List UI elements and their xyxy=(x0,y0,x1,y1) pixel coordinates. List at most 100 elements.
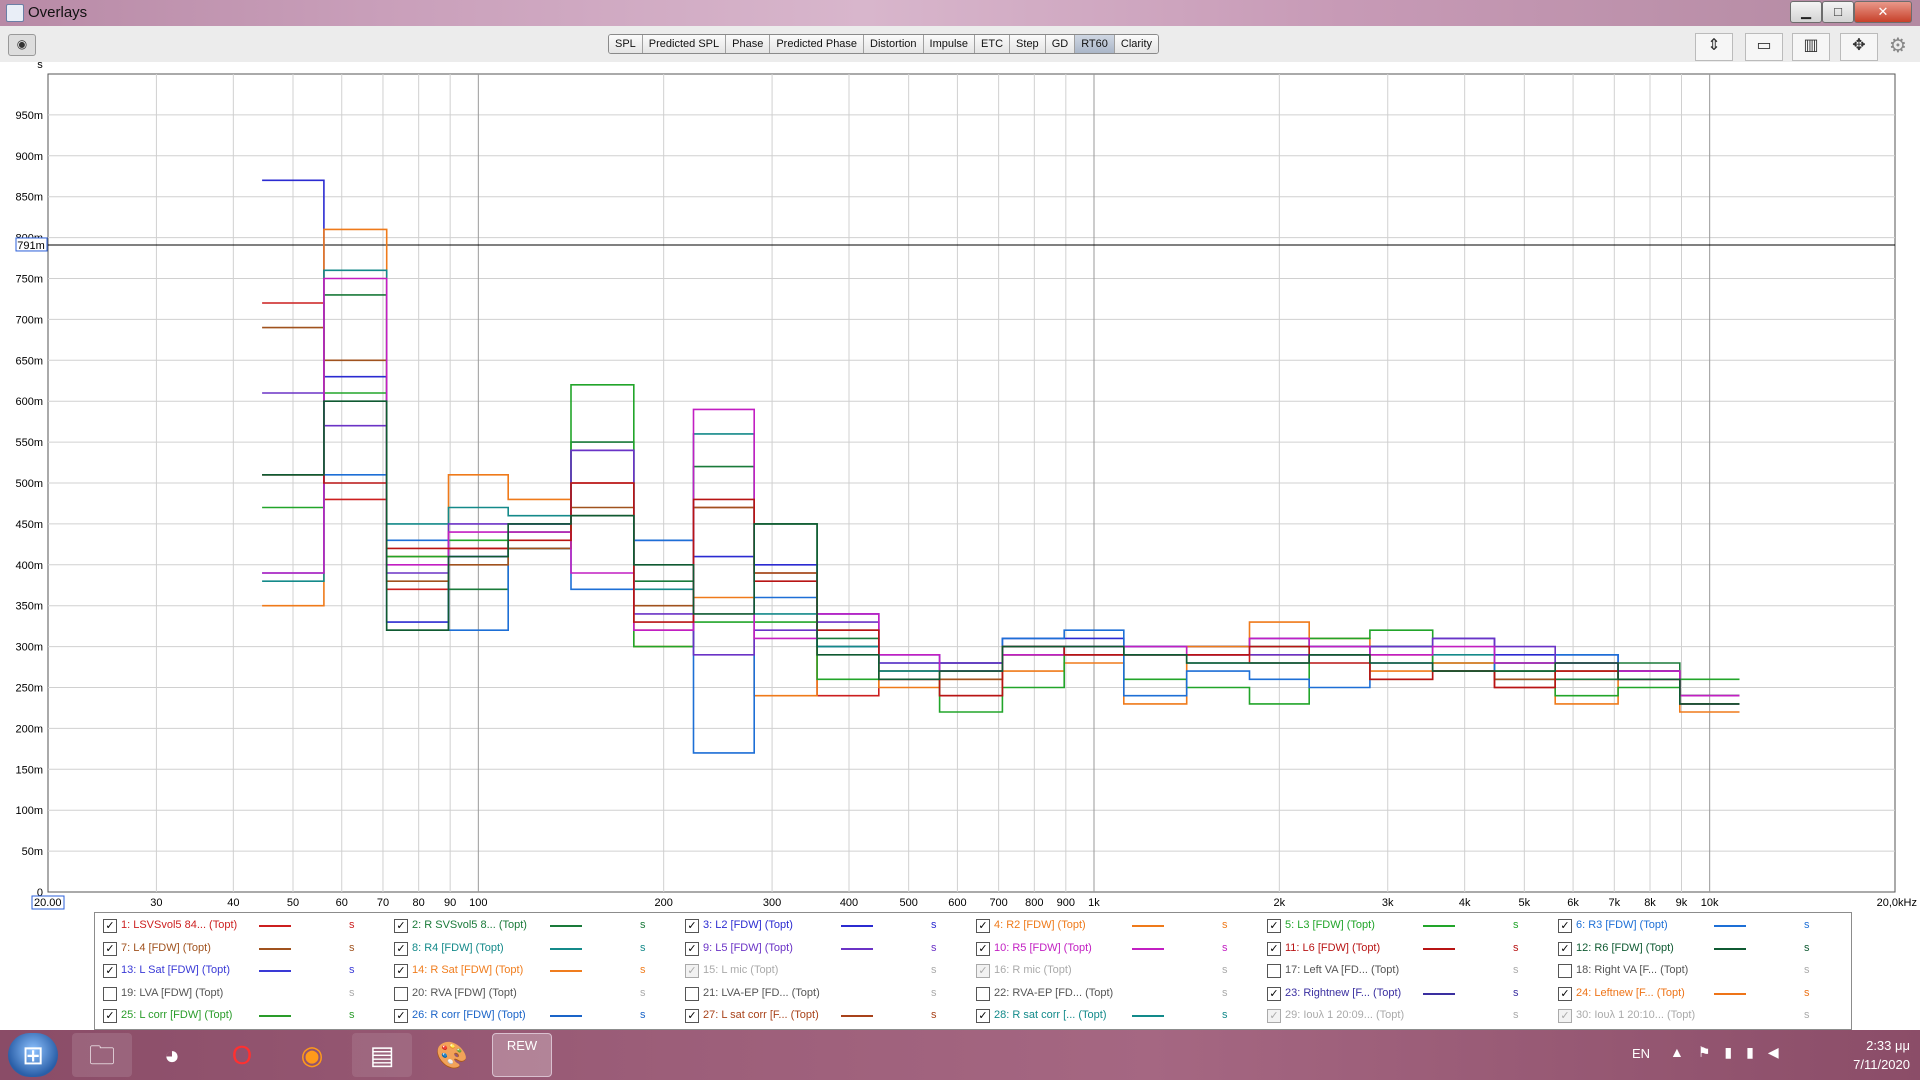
legend-item[interactable]: ✓ 16: R mic (Topt) s xyxy=(972,960,1262,982)
legend-item[interactable]: ✓ 1: LSVSvol5 84... (Topt) s xyxy=(99,915,389,937)
avast-browser-icon[interactable]: ◉ xyxy=(282,1033,342,1077)
tab-clarity[interactable]: Clarity xyxy=(1114,35,1159,53)
legend-checkbox[interactable]: ✓ xyxy=(103,1009,117,1024)
paint-icon[interactable]: 🎨 xyxy=(422,1033,482,1077)
legend-item[interactable]: 20: RVA [FDW] (Topt) s xyxy=(390,983,680,1005)
legend-item[interactable]: ✓ 29: Ιουλ 1 20:09... (Topt) s xyxy=(1263,1005,1553,1027)
legend-item[interactable]: ✓ 12: R6 [FDW] (Topt) s xyxy=(1554,938,1844,960)
legend-checkbox[interactable] xyxy=(976,986,990,1001)
rew-icon[interactable]: REW xyxy=(492,1033,552,1077)
close-button[interactable]: ✕ xyxy=(1854,1,1912,23)
rt60-plot[interactable]: 0 50m 100m 150m 200m 250m 300m 350m 400m 450m 500m… xyxy=(0,62,1920,910)
legend-item[interactable]: ✓ 30: Ιουλ 1 20:10... (Topt) s xyxy=(1554,1005,1844,1027)
legend-item[interactable]: 18: Right VA [F... (Topt) s xyxy=(1554,960,1844,982)
system-tray[interactable]: ▲⚑▮▮◀ xyxy=(1670,1044,1793,1061)
tab-rt60[interactable]: RT60 xyxy=(1075,35,1115,53)
legend-checkbox[interactable]: ✓ xyxy=(685,964,699,979)
legend-checkbox[interactable]: ✓ xyxy=(976,941,990,956)
windows-start-icon[interactable]: ⊞ xyxy=(8,1033,58,1077)
legend-checkbox[interactable]: ✓ xyxy=(394,1009,408,1024)
legend-checkbox[interactable]: ✓ xyxy=(1558,919,1572,933)
legend-item[interactable]: 21: LVA-EP [FD... (Topt) s xyxy=(681,983,971,1005)
legend-checkbox[interactable]: ✓ xyxy=(685,1009,699,1024)
legend-checkbox[interactable]: ✓ xyxy=(1267,941,1281,956)
tab-predicted-spl[interactable]: Predicted SPL xyxy=(642,35,727,53)
legend-item[interactable]: ✓ 2: R SVSvol5 8... (Topt) s xyxy=(390,915,680,937)
legend-item[interactable]: ✓ 3: L2 [FDW] (Topt) s xyxy=(681,915,971,937)
fit-all-icon[interactable]: ✥ xyxy=(1840,33,1878,61)
x-tick-label: 40 xyxy=(227,897,239,909)
legend-checkbox[interactable] xyxy=(1558,964,1572,979)
legend-checkbox[interactable] xyxy=(103,986,117,1001)
legend-item[interactable]: ✓ 14: R Sat [FDW] (Topt) s xyxy=(390,960,680,982)
legend-item[interactable]: ✓ 8: R4 [FDW] (Topt) s xyxy=(390,938,680,960)
gear-icon[interactable]: ⚙ xyxy=(1885,33,1911,59)
legend-unit: s xyxy=(1804,1009,1810,1022)
legend-checkbox[interactable]: ✓ xyxy=(976,1009,990,1024)
y-tick-label: 400m xyxy=(15,560,43,572)
zoom-vertical-icon[interactable]: ⇕ xyxy=(1695,33,1733,61)
legend-checkbox[interactable]: ✓ xyxy=(685,941,699,956)
legend-item[interactable]: ✓ 9: L5 [FDW] (Topt) s xyxy=(681,938,971,960)
legend-checkbox[interactable]: ✓ xyxy=(1267,986,1281,1001)
language-indicator[interactable]: EN xyxy=(1632,1046,1650,1061)
rt60-chart[interactable]: 050m100m150m200m250m300m350m400m450m500m… xyxy=(0,62,1920,910)
minimize-button[interactable]: ▁ xyxy=(1790,1,1822,23)
legend-item[interactable]: 22: RVA-EP [FD... (Topt) s xyxy=(972,983,1262,1005)
legend-item[interactable]: ✓ 13: L Sat [FDW] (Topt) s xyxy=(99,960,389,982)
legend-item[interactable]: ✓ 28: R sat corr [... (Topt) s xyxy=(972,1005,1262,1027)
zoom-window-icon[interactable]: ▭ xyxy=(1745,33,1783,61)
x-tick-label: 50 xyxy=(287,897,299,909)
legend-checkbox[interactable] xyxy=(685,986,699,1001)
tab-etc[interactable]: ETC xyxy=(975,35,1011,53)
legend-item[interactable]: ✓ 4: R2 [FDW] (Topt) s xyxy=(972,915,1262,937)
legend-checkbox[interactable]: ✓ xyxy=(1558,1009,1572,1024)
explorer-icon[interactable]: 🗀 xyxy=(72,1033,132,1077)
legend-checkbox[interactable] xyxy=(1267,964,1281,979)
legend-checkbox[interactable]: ✓ xyxy=(394,919,408,933)
legend-checkbox[interactable]: ✓ xyxy=(1267,919,1281,933)
legend-checkbox[interactable]: ✓ xyxy=(976,964,990,979)
chrome-icon[interactable]: ◕ xyxy=(142,1033,202,1077)
legend-checkbox[interactable]: ✓ xyxy=(394,964,408,979)
legend-item[interactable]: 17: Left VA [FD... (Topt) s xyxy=(1263,960,1553,982)
legend-checkbox[interactable]: ✓ xyxy=(1558,941,1572,956)
legend-item[interactable]: 19: LVA [FDW] (Topt) s xyxy=(99,983,389,1005)
legend-item[interactable]: ✓ 26: R corr [FDW] (Topt) s xyxy=(390,1005,680,1027)
maximize-button[interactable]: □ xyxy=(1822,1,1854,23)
legend-item[interactable]: ✓ 7: L4 [FDW] (Topt) s xyxy=(99,938,389,960)
tab-gd[interactable]: GD xyxy=(1045,35,1076,53)
legend-checkbox[interactable]: ✓ xyxy=(394,941,408,956)
tab-step[interactable]: Step xyxy=(1010,35,1046,53)
opera-icon[interactable]: O xyxy=(212,1033,272,1077)
tab-spl[interactable]: SPL xyxy=(609,35,643,53)
legend-item[interactable]: ✓ 6: R3 [FDW] (Topt) s xyxy=(1554,915,1844,937)
tab-distortion[interactable]: Distortion xyxy=(864,35,924,53)
legend-item[interactable]: ✓ 11: L6 [FDW] (Topt) s xyxy=(1263,938,1553,960)
legend-item[interactable]: ✓ 27: L sat corr [F... (Topt) s xyxy=(681,1005,971,1027)
legend-checkbox[interactable]: ✓ xyxy=(103,964,117,979)
legend-item[interactable]: ✓ 5: L3 [FDW] (Topt) s xyxy=(1263,915,1553,937)
grid-icon[interactable]: ▥ xyxy=(1792,33,1830,61)
legend-checkbox[interactable]: ✓ xyxy=(103,941,117,956)
legend-label: 10: R5 [FDW] (Topt) xyxy=(994,941,1092,954)
legend-checkbox[interactable] xyxy=(394,986,408,1001)
legend-checkbox[interactable]: ✓ xyxy=(103,919,117,933)
legend-checkbox[interactable]: ✓ xyxy=(1558,986,1572,1001)
legend-checkbox[interactable]: ✓ xyxy=(685,919,699,933)
legend-item[interactable]: ✓ 23: Rightnew [F... (Topt) s xyxy=(1263,983,1553,1005)
legend-unit: s xyxy=(1804,919,1810,931)
clock[interactable]: 2:33 μμ 7/11/2020 xyxy=(1800,1036,1910,1074)
legend-item[interactable]: ✓ 15: L mic (Topt) s xyxy=(681,960,971,982)
legend-item[interactable]: ✓ 25: L corr [FDW] (Topt) s xyxy=(99,1005,389,1027)
winrar-icon[interactable]: ▤ xyxy=(352,1033,412,1077)
tab-predicted-phase[interactable]: Predicted Phase xyxy=(770,35,865,53)
legend-item[interactable]: ✓ 10: R5 [FDW] (Topt) s xyxy=(972,938,1262,960)
legend-checkbox[interactable]: ✓ xyxy=(976,919,990,933)
tab-impulse[interactable]: Impulse xyxy=(923,35,976,53)
legend-checkbox[interactable]: ✓ xyxy=(1267,1009,1281,1024)
legend-item[interactable]: ✓ 24: Leftnew [F... (Topt) s xyxy=(1554,983,1844,1005)
x-tick-label: 500 xyxy=(899,897,917,909)
camera-icon[interactable]: ◉ xyxy=(8,34,36,56)
tab-phase[interactable]: Phase xyxy=(726,35,771,53)
